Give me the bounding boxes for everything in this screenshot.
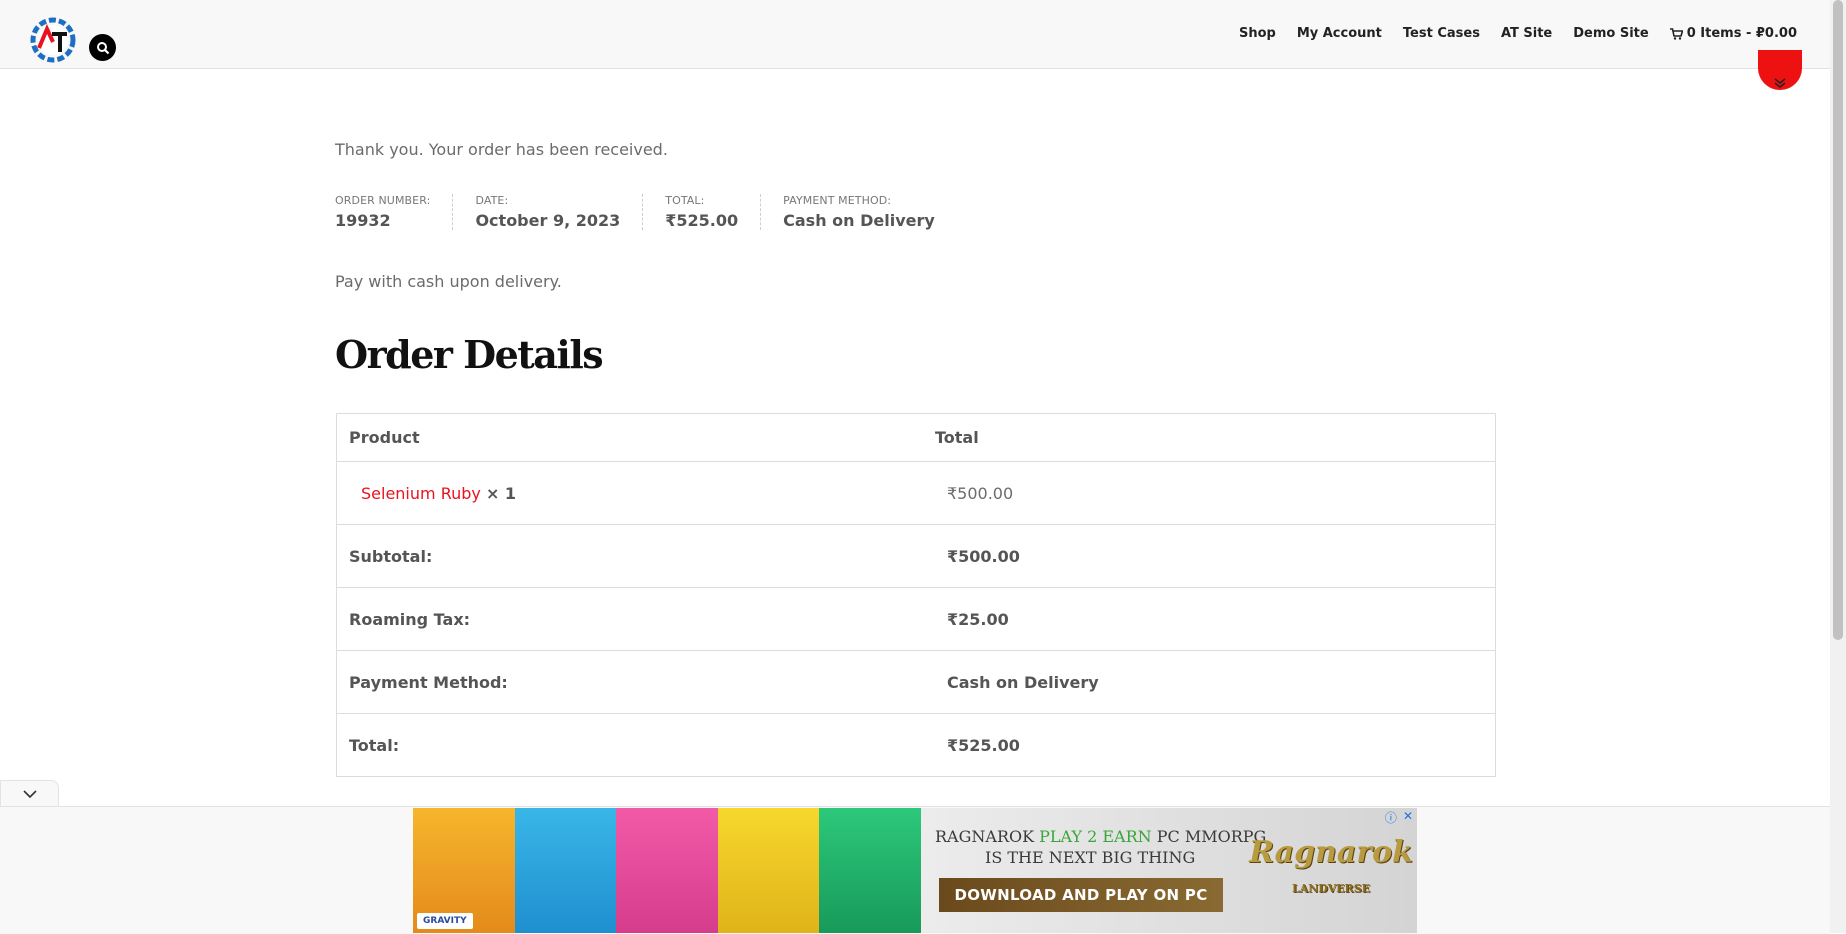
ad-close-icon[interactable]: ✕ bbox=[1403, 809, 1413, 826]
nav-shop[interactable]: Shop bbox=[1239, 26, 1276, 41]
ad-publisher-logo: GRAVITY bbox=[417, 913, 473, 929]
order-number-label: ORDER NUMBER: bbox=[335, 194, 431, 207]
payment-method-row-value: Cash on Delivery bbox=[923, 650, 1496, 714]
payment-note: Pay with cash upon delivery. bbox=[335, 272, 562, 291]
table-header-row: Product Total bbox=[336, 413, 1496, 462]
nav-test-cases[interactable]: Test Cases bbox=[1403, 26, 1480, 41]
product-quantity: × 1 bbox=[485, 483, 517, 503]
col-total: Total bbox=[923, 413, 1496, 462]
ad-controls: ⓘ ✕ bbox=[1385, 809, 1413, 826]
table-row: Total: ₹525.00 bbox=[336, 713, 1496, 777]
ad-collapse-toggle[interactable] bbox=[0, 780, 59, 807]
overview-order-number: ORDER NUMBER: 19932 bbox=[335, 194, 454, 230]
site-logo[interactable] bbox=[27, 14, 79, 66]
order-number-value: 19932 bbox=[335, 211, 391, 230]
table-row: Payment Method: Cash on Delivery bbox=[336, 650, 1496, 714]
payment-method-row-label: Payment Method: bbox=[336, 650, 923, 714]
ad-character-art: GRAVITY bbox=[413, 808, 921, 933]
grand-total-label: Total: bbox=[336, 713, 923, 777]
table-row: Roaming Tax: ₹25.00 bbox=[336, 587, 1496, 651]
site-header: Shop My Account Test Cases AT Site Demo … bbox=[0, 0, 1830, 69]
order-details-table: Product Total Selenium Ruby × 1 ₹500.00 … bbox=[336, 413, 1496, 777]
total-label: TOTAL: bbox=[665, 194, 705, 207]
scrollbar-thumb[interactable] bbox=[1833, 0, 1843, 640]
order-overview: ORDER NUMBER: 19932 DATE: October 9, 202… bbox=[335, 194, 979, 230]
date-label: DATE: bbox=[475, 194, 509, 207]
cart-summary: 0 Items - ₽0.00 bbox=[1686, 26, 1797, 41]
nav-cart[interactable]: 0 Items - ₽0.00 bbox=[1669, 26, 1797, 41]
scroll-down-button[interactable] bbox=[1758, 50, 1802, 90]
double-chevron-down-icon bbox=[1774, 78, 1786, 88]
nav-at-site[interactable]: AT Site bbox=[1501, 26, 1552, 41]
ad-banner[interactable]: GRAVITY RAGNAROK PLAY 2 EARN PC MMORPG I… bbox=[413, 808, 1417, 933]
search-icon bbox=[96, 41, 109, 54]
ad-brand-logo: Ragnarok LANDVERSE bbox=[1249, 835, 1413, 896]
page-scrollbar[interactable] bbox=[1830, 0, 1846, 933]
subtotal-label: Subtotal: bbox=[336, 524, 923, 588]
tax-label: Roaming Tax: bbox=[336, 587, 923, 651]
nav-my-account[interactable]: My Account bbox=[1297, 26, 1382, 41]
total-value: ₹525.00 bbox=[665, 211, 739, 230]
overview-total: TOTAL: ₹525.00 bbox=[665, 194, 762, 230]
subtotal-value: ₹500.00 bbox=[923, 524, 1496, 588]
overview-date: DATE: October 9, 2023 bbox=[475, 194, 644, 230]
ad-headline: RAGNAROK PLAY 2 EARN PC MMORPG IS THE NE… bbox=[935, 827, 1267, 867]
date-value: October 9, 2023 bbox=[475, 211, 621, 230]
table-row: Subtotal: ₹500.00 bbox=[336, 524, 1496, 588]
grand-total-value: ₹525.00 bbox=[923, 713, 1496, 777]
main-nav: Shop My Account Test Cases AT Site Demo … bbox=[1239, 26, 1797, 41]
col-product: Product bbox=[336, 413, 923, 462]
nav-demo-site[interactable]: Demo Site bbox=[1573, 26, 1648, 41]
page-title: Order Details bbox=[335, 332, 604, 377]
chevron-down-icon bbox=[22, 789, 37, 798]
table-row: Selenium Ruby × 1 ₹500.00 bbox=[336, 461, 1496, 525]
overview-payment-method: PAYMENT METHOD: Cash on Delivery bbox=[783, 194, 957, 230]
search-button[interactable] bbox=[89, 34, 116, 61]
tax-value: ₹25.00 bbox=[923, 587, 1496, 651]
thank-you-message: Thank you. Your order has been received. bbox=[335, 140, 668, 159]
ad-text-panel: RAGNAROK PLAY 2 EARN PC MMORPG IS THE NE… bbox=[921, 808, 1417, 933]
ad-download-button[interactable]: DOWNLOAD AND PLAY ON PC bbox=[939, 878, 1223, 912]
ad-info-icon[interactable]: ⓘ bbox=[1385, 809, 1397, 826]
cart-icon bbox=[1669, 27, 1683, 40]
payment-method-label: PAYMENT METHOD: bbox=[783, 194, 892, 207]
product-link[interactable]: Selenium Ruby bbox=[361, 484, 481, 503]
item-cell: Selenium Ruby × 1 bbox=[336, 461, 923, 525]
item-price: ₹500.00 bbox=[923, 461, 1496, 525]
payment-method-value: Cash on Delivery bbox=[783, 211, 935, 230]
